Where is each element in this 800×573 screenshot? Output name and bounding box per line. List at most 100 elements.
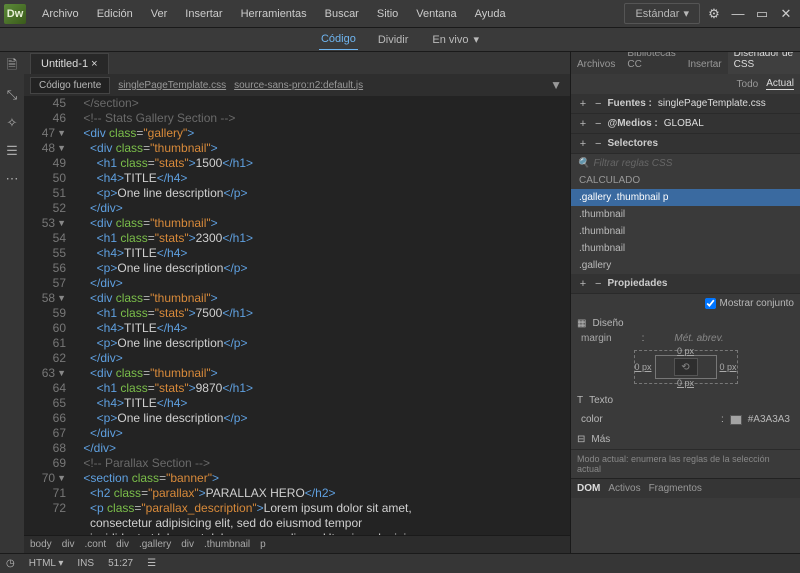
breadcrumb-item[interactable]: .thumbnail [204,539,250,550]
menu-ventana[interactable]: Ventana [408,4,464,24]
file-tab-untitled[interactable]: Untitled-1 × [30,53,109,74]
code-line[interactable]: </div> [70,351,570,366]
box-model[interactable]: 0 px 0 px 0 px 0 px ⟲ [571,344,800,390]
code-line[interactable]: <h1 class="stats">1500</h1> [70,156,570,171]
wand-icon[interactable]: ✧ [3,114,21,132]
breadcrumb-item[interactable]: p [260,539,266,550]
maximize-button[interactable]: ▭ [752,4,772,24]
code-line[interactable]: <h4>TITLE</h4> [70,321,570,336]
panel-tab[interactable]: Archivos [571,55,621,74]
menu-insertar[interactable]: Insertar [177,4,230,24]
source-code-tab[interactable]: Código fuente [30,77,110,94]
add-property-icon[interactable]: + [577,278,589,290]
remove-selector-icon[interactable]: − [595,138,601,150]
bottom-tab[interactable]: DOM [577,483,600,494]
panel-tab[interactable]: Insertar [682,55,728,74]
css-rule[interactable]: CALCULADO [571,172,800,189]
view-live[interactable]: En vivo ▾ [428,29,481,50]
code-line[interactable]: <p>One line description</p> [70,411,570,426]
code-line[interactable]: <h4>TITLE</h4> [70,246,570,261]
sync-settings-icon[interactable]: ⚙ [704,4,724,24]
code-line[interactable]: <h4>TITLE</h4> [70,396,570,411]
remove-media-icon[interactable]: − [595,118,601,130]
status-overview-icon[interactable]: ☰ [147,558,156,569]
css-rule[interactable]: .thumbnail [571,206,800,223]
add-selector-icon[interactable]: + [577,138,589,150]
code-line[interactable]: <h1 class="stats">2300</h1> [70,231,570,246]
code-line[interactable]: </div> [70,441,570,456]
properties-section[interactable]: + − Propiedades [571,274,800,294]
close-button[interactable]: ✕ [776,4,796,24]
code-line[interactable]: </div> [70,426,570,441]
breadcrumb-item[interactable]: body [30,539,52,550]
breadcrumb-item[interactable]: div [116,539,129,550]
code-line[interactable]: <div class="thumbnail"> [70,291,570,306]
code-line[interactable]: <!-- Parallax Section --> [70,456,570,471]
mode-current[interactable]: Actual [766,78,794,90]
file-manage-icon[interactable]: 🗎 [3,58,21,76]
workspace-dropdown[interactable]: Estándar▾ [624,3,700,24]
related-file-2[interactable]: source-sans-pro:n2:default.js [234,80,363,91]
code-line[interactable]: <div class="thumbnail"> [70,141,570,156]
breadcrumb-item[interactable]: .gallery [139,539,171,550]
remove-property-icon[interactable]: − [595,278,601,290]
code-line[interactable]: <p>One line description</p> [70,261,570,276]
code-line[interactable]: <h2 class="parallax">PARALLAX HERO</h2> [70,486,570,501]
code-line[interactable]: <div class="thumbnail"> [70,216,570,231]
bottom-tab[interactable]: Fragmentos [649,483,702,494]
menu-ver[interactable]: Ver [143,4,176,24]
css-rule[interactable]: .gallery .thumbnail p [571,189,800,206]
css-rule[interactable]: .thumbnail [571,223,800,240]
mode-all[interactable]: Todo [737,79,759,90]
status-lang[interactable]: HTML ▾ [29,558,64,569]
panel-tab[interactable]: Bibliotecas CC [621,52,681,74]
view-split[interactable]: Dividir [376,30,411,50]
status-sync-icon[interactable]: ◷ [6,558,15,569]
code-line[interactable]: </div> [70,276,570,291]
code-line[interactable]: <div class="gallery"> [70,126,570,141]
menu-edición[interactable]: Edición [89,4,141,24]
code-line[interactable]: <p>One line description</p> [70,336,570,351]
show-set-checkbox[interactable] [705,298,716,309]
menu-sitio[interactable]: Sitio [369,4,406,24]
menu-ayuda[interactable]: Ayuda [467,4,514,24]
css-rule[interactable]: .gallery [571,257,800,274]
link-icon[interactable]: ⟲ [674,358,698,376]
code-line[interactable]: </div> [70,201,570,216]
code-line[interactable]: <h4>TITLE</h4> [70,171,570,186]
filter-rules-input[interactable]: Filtrar reglas CSS [593,158,672,169]
code-line[interactable]: <h1 class="stats">9870</h1> [70,381,570,396]
media-section[interactable]: + − @Medios : GLOBAL [571,114,800,134]
add-media-icon[interactable]: + [577,118,589,130]
color-property-row[interactable]: color : #A3A3A3 [571,410,800,429]
breadcrumb-item[interactable]: .cont [84,539,106,550]
add-source-icon[interactable]: + [577,98,589,110]
status-ins[interactable]: INS [77,558,94,569]
sources-section[interactable]: + − Fuentes : singlePageTemplate.css [571,94,800,114]
selectors-section[interactable]: + − Selectores [571,134,800,154]
css-rule[interactable]: .thumbnail [571,240,800,257]
code-line[interactable]: <p class="parallax_description">Lorem ip… [70,501,570,516]
minimize-button[interactable]: — [728,4,748,24]
expand-icon[interactable]: ⤡ [3,86,21,104]
remove-source-icon[interactable]: − [595,98,601,110]
code-editor[interactable]: 454647 ▼48 ▼4950515253 ▼5455565758 ▼5960… [24,96,570,535]
more-icon[interactable]: ⋯ [3,170,21,188]
breadcrumb-item[interactable]: div [181,539,194,550]
view-code[interactable]: Código [319,29,358,50]
code-line[interactable]: <h1 class="stats">7500</h1> [70,306,570,321]
breadcrumb-item[interactable]: div [62,539,75,550]
menu-buscar[interactable]: Buscar [317,4,367,24]
bottom-tab[interactable]: Activos [608,483,640,494]
code-line[interactable]: <section class="banner"> [70,471,570,486]
code-line[interactable]: <div class="thumbnail"> [70,366,570,381]
menu-herramientas[interactable]: Herramientas [233,4,315,24]
code-line[interactable]: </section> [70,96,570,111]
code-line[interactable]: consectetur adipisicing elit, sed do eiu… [70,516,570,531]
panel-tab[interactable]: Diseñador de CSS [728,52,800,74]
related-file-1[interactable]: singlePageTemplate.css [118,80,226,91]
menu-archivo[interactable]: Archivo [34,4,87,24]
code-line[interactable]: <p>One line description</p> [70,186,570,201]
code-line[interactable]: <!-- Stats Gallery Section --> [70,111,570,126]
filter-icon[interactable]: ▼ [550,78,562,92]
